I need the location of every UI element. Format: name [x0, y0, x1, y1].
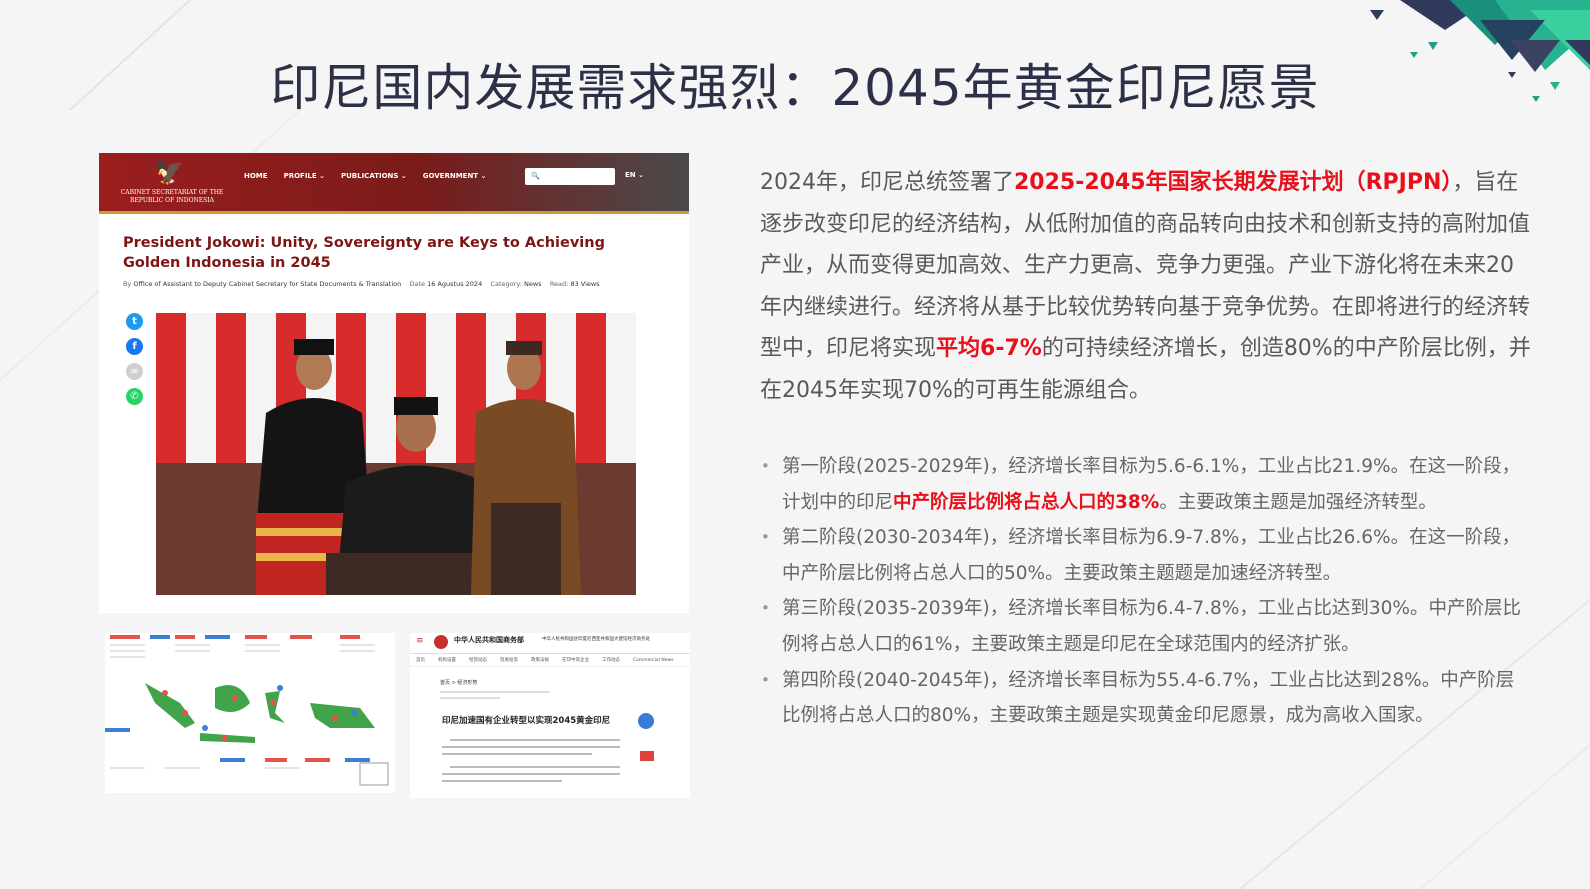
doc-nav-item[interactable]: 经贸动态	[469, 655, 487, 666]
text-line	[450, 739, 620, 741]
text-line	[450, 766, 620, 768]
text-line	[440, 691, 550, 693]
share-badge-icon	[638, 713, 654, 729]
page-title: 印尼国内发展需求强烈：2045年黄金印尼愿景	[270, 59, 1320, 117]
website-screenshot: 🦅 CABINET SECRETARIAT OF THE REPUBLIC OF…	[99, 153, 689, 613]
doc-nav-item[interactable]: 贸易投资	[500, 655, 518, 666]
growth-highlight: 平均6-7%	[936, 336, 1042, 361]
menu-icon[interactable]: ≡	[416, 636, 424, 646]
mofcom-nav: 首页 机构设置 经贸动态 贸易投资 政策法规 在印中资企业 工作动态 Comme…	[410, 655, 690, 667]
nav-profile[interactable]: PROFILE ⌄	[284, 172, 325, 180]
facebook-icon[interactable]: f	[126, 338, 143, 355]
ministry-name: 中华人民共和国商务部	[454, 636, 524, 644]
middle-class-highlight: 中产阶层比例将占总人口的38%	[893, 491, 1160, 513]
search-icon: 🔍	[531, 172, 540, 180]
mofcom-header: ≡ 中华人民共和国商务部 中华人民共和国驻印度尼西亚共和国大使馆经济商务处	[410, 633, 690, 654]
mofcom-article-image: ≡ 中华人民共和国商务部 中华人民共和国驻印度尼西亚共和国大使馆经济商务处 首页…	[410, 633, 690, 798]
rpjpn-regional-map-image	[105, 633, 395, 793]
president-photo	[156, 313, 636, 595]
site-nav: HOME PROFILE ⌄ PUBLICATIONS ⌄ GOVERNMENT…	[244, 172, 486, 180]
article-headline: President Jokowi: Unity, Sovereignty are…	[123, 235, 605, 271]
whatsapp-icon[interactable]: ✆	[126, 388, 143, 405]
text-line	[442, 773, 620, 775]
site-search-input[interactable]: 🔍	[525, 168, 615, 185]
text-line	[440, 697, 500, 699]
garuda-emblem-icon: 🦅	[154, 158, 184, 186]
language-selector[interactable]: EN ⌄	[625, 171, 644, 179]
twitter-icon[interactable]: t	[126, 313, 143, 330]
intro-paragraph: 2024年，印尼总统签署了2025-2045年国家长期发展计划（RPJPN），旨…	[760, 170, 1531, 403]
site-header: 🦅 CABINET SECRETARIAT OF THE REPUBLIC OF…	[99, 153, 689, 214]
text-line	[442, 753, 592, 755]
phase-item-3: 第三阶段(2035-2039年)，经济增长率目标为6.4-7.8%，工业占比达到…	[760, 591, 1530, 662]
nav-home[interactable]: HOME	[244, 172, 268, 180]
doc-nav-item[interactable]: 在印中资企业	[562, 655, 589, 666]
phase-item-4: 第四阶段(2040-2045年)，经济增长率目标为55.4-6.7%，工业占比达…	[760, 663, 1530, 734]
doc-nav-item[interactable]: 首页	[416, 655, 425, 666]
partner-logo-icon	[640, 751, 654, 761]
breadcrumb: 首页 > 经济形势	[440, 680, 478, 686]
doc-headline: 印尼加速国有企业转型以实现2045黄金印尼	[442, 716, 611, 726]
nav-publications[interactable]: PUBLICATIONS ⌄	[341, 172, 407, 180]
doc-nav-item[interactable]: Commercial News	[633, 655, 674, 666]
rpjpn-highlight: 2025-2045年国家长期发展计划（RPJPN）	[1014, 170, 1453, 195]
phase-item-2: 第二阶段(2030-2034年)，经济增长率目标为6.9-7.8%，工业占比26…	[760, 520, 1530, 591]
phase-item-1: 第一阶段(2025-2029年)，经济增长率目标为5.6-6.1%，工业占比21…	[760, 449, 1530, 520]
text-line	[442, 746, 620, 748]
text-line	[442, 780, 562, 782]
nav-government[interactable]: GOVERNMENT ⌄	[423, 172, 487, 180]
article-meta: By Office of Assistant to Deputy Cabinet…	[123, 280, 600, 288]
doc-nav-item[interactable]: 机构设置	[438, 655, 456, 666]
doc-nav-item[interactable]: 工作动态	[602, 655, 620, 666]
org-name: CABINET SECRETARIAT OF THE REPUBLIC OF I…	[120, 189, 224, 204]
ministry-emblem-icon	[434, 635, 448, 649]
link-icon[interactable]: ∞	[126, 363, 143, 380]
office-name: 中华人民共和国驻印度尼西亚共和国大使馆经济商务处	[542, 637, 650, 642]
phase-list: 第一阶段(2025-2029年)，经济增长率目标为5.6-6.1%，工业占比21…	[760, 449, 1530, 734]
doc-nav-item[interactable]: 政策法规	[531, 655, 549, 666]
